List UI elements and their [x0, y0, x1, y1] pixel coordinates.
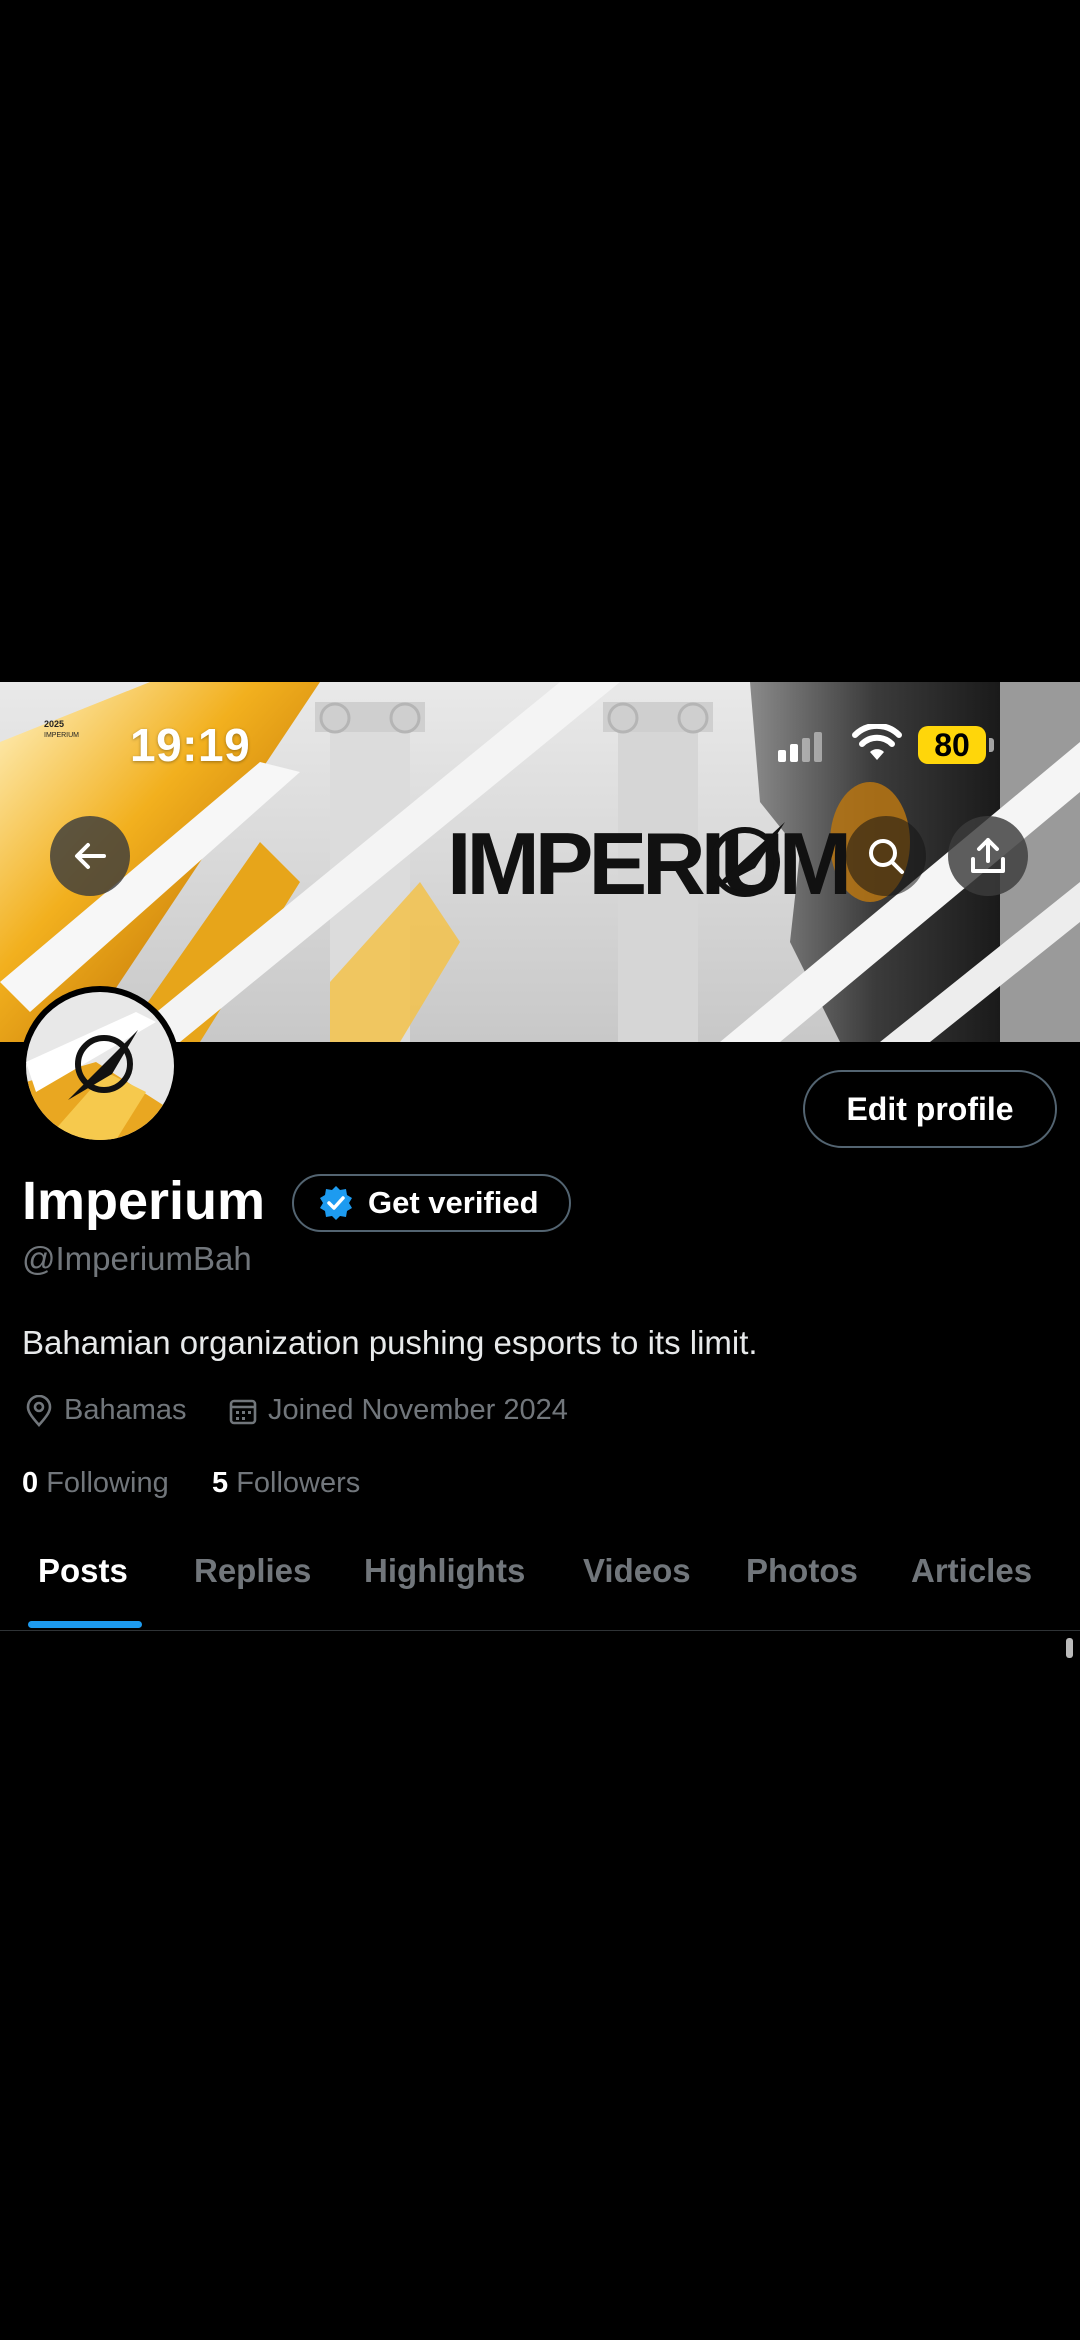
verified-badge-icon	[320, 1186, 352, 1220]
joined-text: Joined November 2024	[268, 1394, 568, 1426]
get-verified-button[interactable]: Get verified	[292, 1174, 571, 1232]
avatar-image	[26, 992, 174, 1140]
banner-small-name: IMPERIUM	[44, 732, 79, 739]
scrollbar-thumb[interactable]	[1066, 1638, 1073, 1658]
followers-count: 5	[212, 1467, 229, 1499]
banner-small-year: 2025	[44, 719, 64, 729]
tab-divider	[0, 1630, 1080, 1631]
tab-highlights[interactable]: Highlights	[364, 1552, 525, 1590]
followers-link[interactable]: 5 Followers	[212, 1467, 360, 1500]
following-link[interactable]: 0 Following	[22, 1467, 169, 1500]
share-icon	[971, 838, 1005, 873]
battery-tip	[989, 738, 994, 752]
profile-location: Bahamas	[24, 1394, 187, 1427]
tab-posts[interactable]: Posts	[38, 1552, 128, 1590]
following-count: 0	[22, 1467, 39, 1499]
arrow-left-icon	[75, 843, 106, 869]
tab-replies[interactable]: Replies	[194, 1552, 311, 1590]
tab-videos[interactable]: Videos	[583, 1552, 691, 1590]
search-icon	[869, 839, 904, 874]
cellular-signal-icon	[776, 732, 824, 767]
location-pin-icon	[26, 1394, 52, 1427]
avatar[interactable]	[20, 986, 180, 1146]
followers-label: Followers	[236, 1467, 361, 1499]
banner-brand-text: IMPERIUM	[447, 814, 847, 913]
edit-profile-button[interactable]: Edit profile	[803, 1070, 1057, 1148]
status-time: 19:19	[130, 719, 251, 771]
tab-articles[interactable]: Articles	[911, 1552, 1032, 1590]
following-label: Following	[46, 1467, 169, 1499]
location-text: Bahamas	[64, 1394, 187, 1426]
active-tab-indicator	[28, 1621, 142, 1628]
battery-indicator: 80	[918, 726, 986, 764]
display-name: Imperium	[22, 1171, 266, 1231]
get-verified-label: Get verified	[368, 1185, 539, 1220]
wifi-icon	[852, 722, 902, 767]
tab-photos[interactable]: Photos	[746, 1552, 858, 1590]
search-button[interactable]	[846, 816, 926, 896]
profile-joined: Joined November 2024	[228, 1394, 568, 1427]
share-button[interactable]	[948, 816, 1028, 896]
profile-bio: Bahamian organization pushing esports to…	[22, 1324, 758, 1361]
back-button[interactable]	[50, 816, 130, 896]
battery-level: 80	[934, 726, 970, 763]
profile-handle: @ImperiumBah	[22, 1240, 252, 1277]
calendar-icon	[229, 1399, 257, 1424]
